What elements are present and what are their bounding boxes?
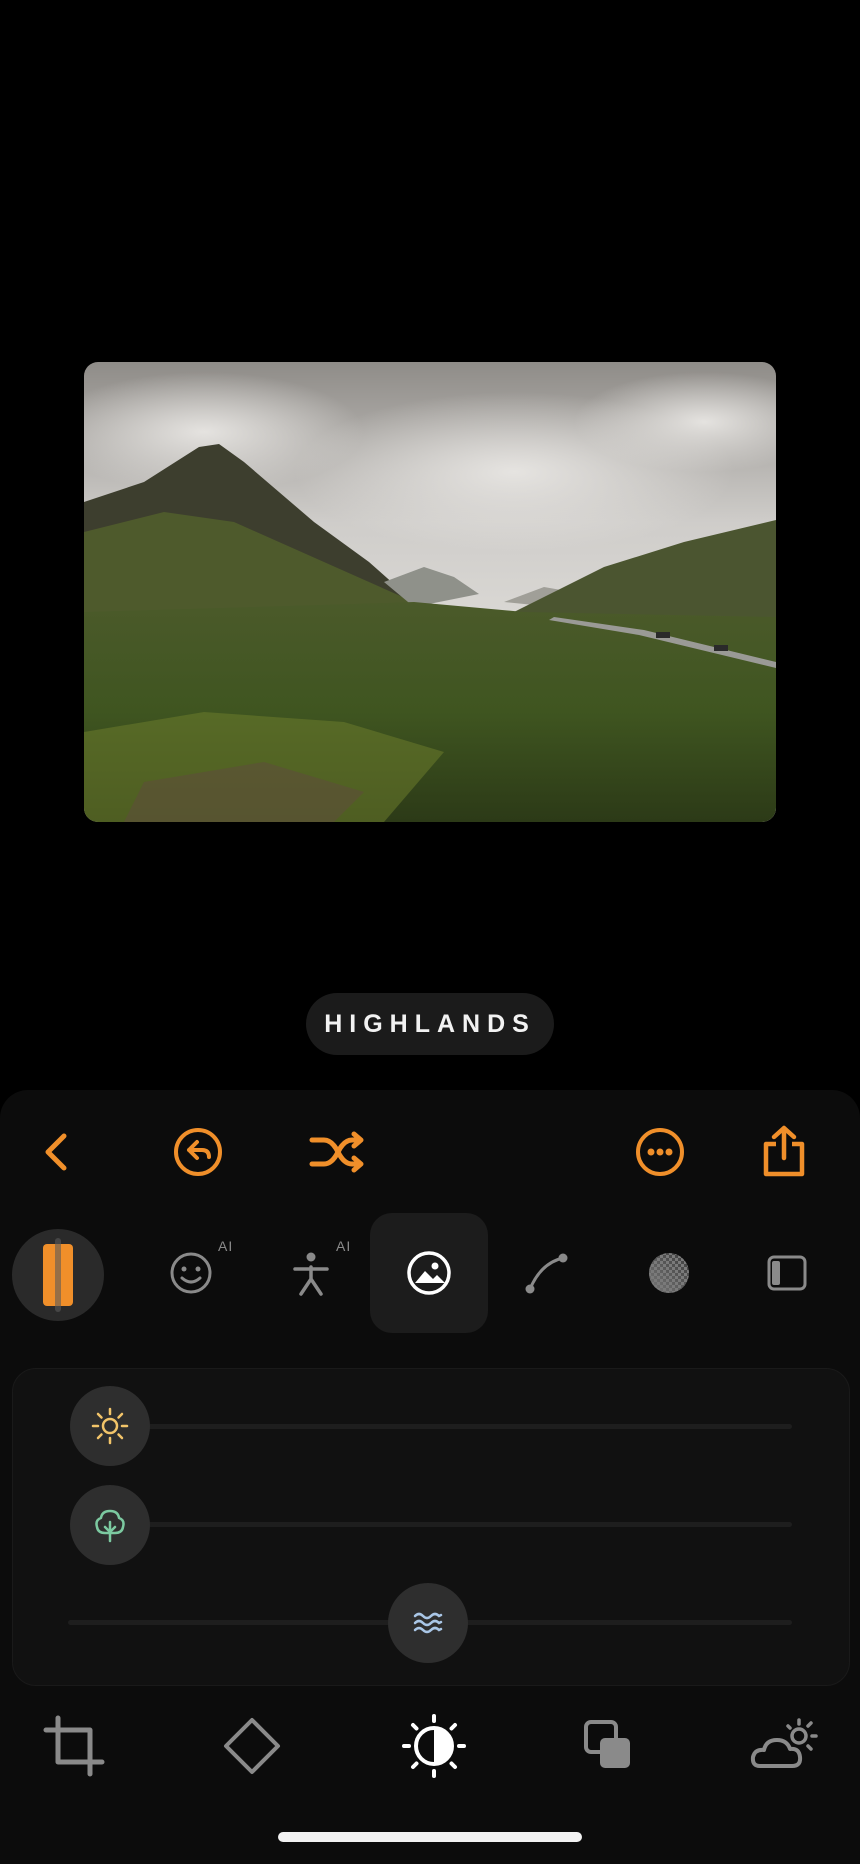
ai-badge-face: AI xyxy=(218,1238,234,1254)
photo-preview[interactable] xyxy=(84,362,776,822)
adjust-icon xyxy=(402,1714,466,1778)
person-icon xyxy=(293,1252,329,1296)
tab-presets[interactable] xyxy=(212,1706,292,1786)
overlay-icon xyxy=(584,1720,630,1768)
slider-knob-tree[interactable] xyxy=(70,1485,150,1565)
undo-button[interactable] xyxy=(166,1120,230,1184)
category-vignette[interactable] xyxy=(728,1213,846,1333)
share-icon xyxy=(763,1125,805,1177)
category-person[interactable] xyxy=(252,1213,370,1333)
home-indicator[interactable] xyxy=(278,1832,582,1842)
slider-knob-sun[interactable] xyxy=(70,1386,150,1466)
slider-track-tree[interactable] xyxy=(110,1522,792,1527)
ai-badge-person: AI xyxy=(336,1238,352,1254)
color-swatch-button[interactable] xyxy=(12,1229,104,1321)
slider-track-sun[interactable] xyxy=(110,1424,792,1429)
tab-crop[interactable] xyxy=(34,1706,114,1786)
preset-name-pill[interactable]: HIGHLANDS xyxy=(306,993,554,1055)
curve-icon xyxy=(525,1253,568,1294)
category-curves[interactable] xyxy=(488,1213,606,1333)
category-face[interactable] xyxy=(132,1213,250,1333)
undo-icon xyxy=(174,1128,222,1176)
more-button[interactable] xyxy=(628,1120,692,1184)
slider-knob-wave[interactable] xyxy=(388,1583,468,1663)
category-grain[interactable] xyxy=(610,1213,728,1333)
more-icon xyxy=(636,1128,684,1176)
sun-icon xyxy=(91,1407,129,1445)
tab-adjust[interactable] xyxy=(394,1706,474,1786)
vignette-icon xyxy=(767,1255,807,1291)
back-button[interactable] xyxy=(26,1120,90,1184)
tree-icon xyxy=(95,1509,125,1543)
shuffle-icon xyxy=(309,1131,364,1173)
diamond-icon xyxy=(224,1718,280,1774)
landscape-icon xyxy=(407,1251,451,1295)
water-wave-icon xyxy=(413,1612,443,1634)
landscape-photo xyxy=(84,362,776,822)
tab-weather[interactable] xyxy=(744,1706,824,1786)
color-swatch-icon xyxy=(43,1238,73,1312)
category-landscape[interactable] xyxy=(370,1213,488,1333)
shuffle-button[interactable] xyxy=(304,1120,368,1184)
chevron-left-icon xyxy=(45,1133,67,1171)
share-button[interactable] xyxy=(752,1120,816,1184)
preset-name-label: HIGHLANDS xyxy=(324,1009,536,1038)
face-icon xyxy=(170,1252,212,1294)
tab-overlay[interactable] xyxy=(568,1706,648,1786)
grain-icon xyxy=(649,1253,689,1293)
crop-icon xyxy=(43,1715,105,1777)
weather-icon xyxy=(750,1718,818,1768)
